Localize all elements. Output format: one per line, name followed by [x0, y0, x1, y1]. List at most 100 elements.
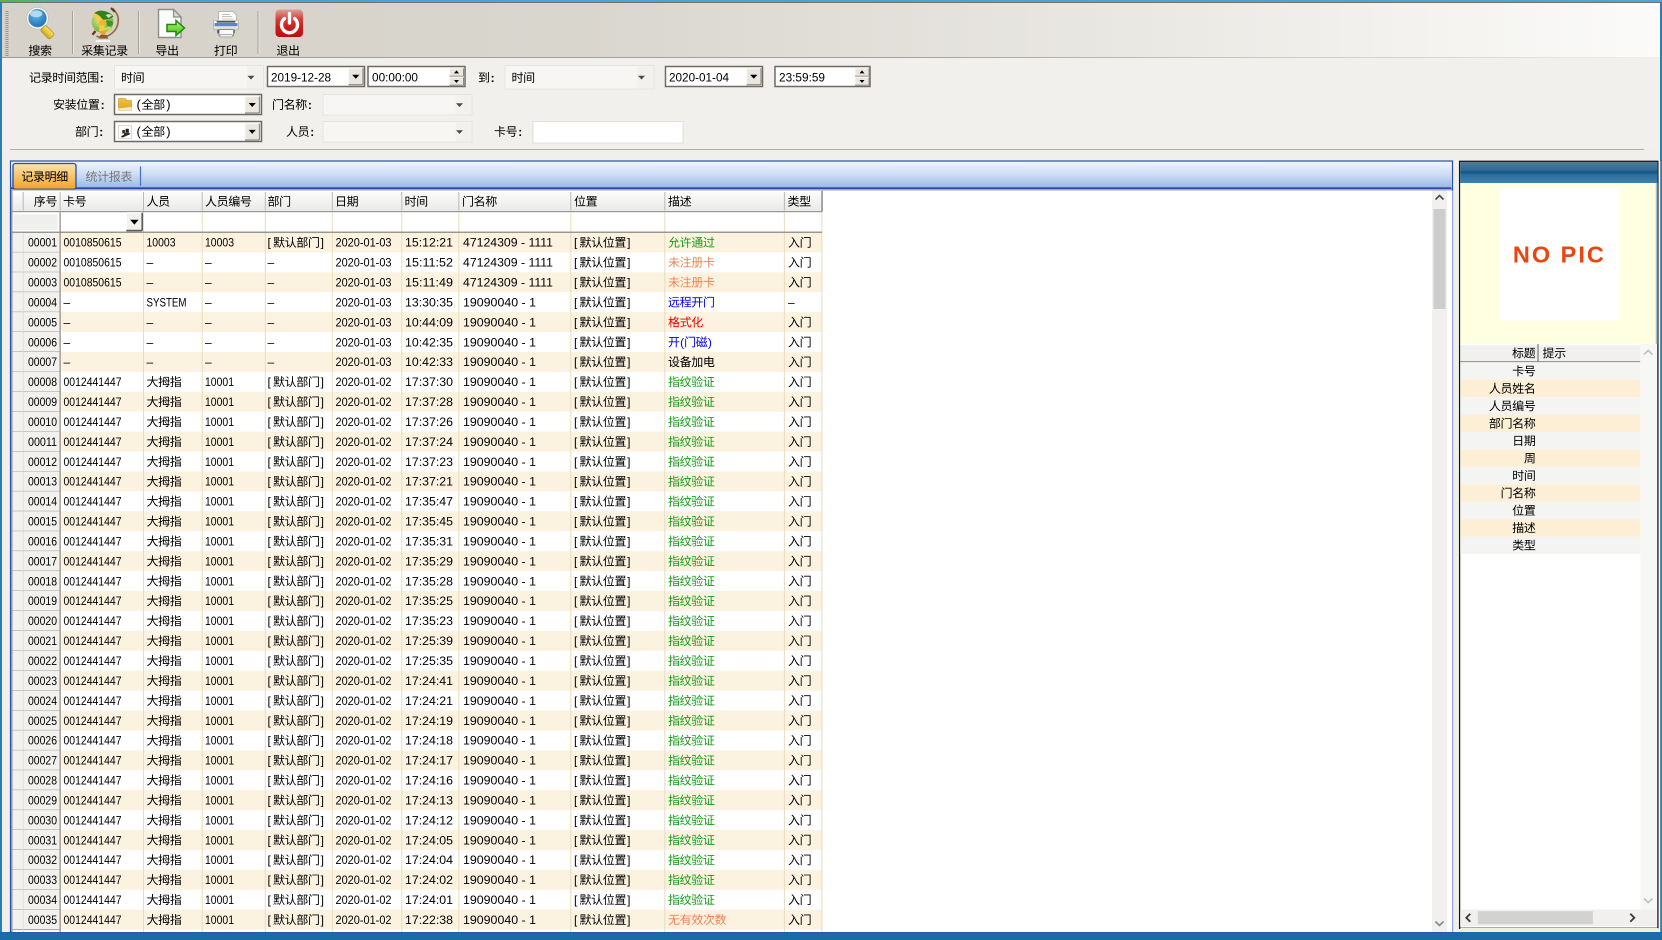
svg-text:]: ] — [321, 594, 324, 608]
svg-text:19090040 - 1: 19090040 - 1 — [463, 415, 536, 429]
svg-text:17:35:28: 17:35:28 — [405, 574, 453, 588]
svg-text:0012441447: 0012441447 — [64, 535, 122, 549]
svg-text:19090040 - 1: 19090040 - 1 — [463, 893, 536, 907]
svg-text:0012441447: 0012441447 — [64, 833, 122, 847]
svg-text:00004: 00004 — [28, 295, 57, 309]
svg-text:0012441447: 0012441447 — [64, 614, 122, 628]
svg-text:17:24:04: 17:24:04 — [405, 853, 453, 867]
svg-text:17:35:25: 17:35:25 — [405, 594, 453, 608]
svg-text:–: – — [147, 276, 154, 290]
svg-text:00011: 00011 — [28, 435, 57, 449]
svg-text:]: ] — [627, 554, 630, 568]
svg-text:17:24:13: 17:24:13 — [405, 793, 453, 807]
svg-text:]: ] — [627, 495, 630, 509]
svg-text:19090040 - 1: 19090040 - 1 — [463, 774, 536, 788]
svg-text:2020-01-02: 2020-01-02 — [336, 654, 392, 668]
svg-text:17:37:21: 17:37:21 — [405, 475, 453, 489]
svg-text:]: ] — [627, 574, 630, 588]
svg-text:2020-01-02: 2020-01-02 — [336, 594, 392, 608]
svg-text:]: ] — [321, 813, 324, 827]
svg-text:2020-01-02: 2020-01-02 — [336, 674, 392, 688]
svg-text:2020-01-02: 2020-01-02 — [336, 375, 392, 389]
svg-text:]: ] — [627, 475, 630, 489]
svg-text:00001: 00001 — [28, 236, 57, 250]
svg-text:00031: 00031 — [28, 833, 57, 847]
svg-text:00007: 00007 — [28, 355, 57, 369]
svg-text:10001: 10001 — [205, 574, 234, 588]
svg-text:00008: 00008 — [28, 375, 57, 389]
svg-text:00014: 00014 — [28, 495, 57, 509]
svg-text:17:37:23: 17:37:23 — [405, 455, 453, 469]
svg-text:]: ] — [321, 515, 324, 529]
svg-text:00003: 00003 — [28, 276, 57, 290]
svg-text:2020-01-02: 2020-01-02 — [336, 774, 392, 788]
svg-text:]: ] — [321, 634, 324, 648]
svg-text:19090040 - 1: 19090040 - 1 — [463, 335, 536, 349]
svg-text:10001: 10001 — [205, 754, 234, 768]
svg-text:]: ] — [321, 873, 324, 887]
svg-text:10001: 10001 — [205, 793, 234, 807]
svg-text:10001: 10001 — [205, 694, 234, 708]
svg-text:0012441447: 0012441447 — [64, 694, 122, 708]
svg-text:–: – — [205, 355, 212, 369]
svg-text:): ) — [166, 124, 170, 139]
svg-text:–: – — [268, 335, 275, 349]
svg-text:2020-01-03: 2020-01-03 — [336, 295, 392, 309]
svg-text:17:35:47: 17:35:47 — [405, 495, 453, 509]
svg-text:19090040 - 1: 19090040 - 1 — [463, 315, 536, 329]
svg-text:–: – — [147, 315, 154, 329]
svg-text:00030: 00030 — [28, 813, 57, 827]
svg-text:00022: 00022 — [28, 654, 57, 668]
svg-text:10001: 10001 — [205, 594, 234, 608]
svg-text:0012441447: 0012441447 — [64, 674, 122, 688]
svg-text:17:37:26: 17:37:26 — [405, 415, 453, 429]
svg-text:]: ] — [321, 893, 324, 907]
svg-text:–: – — [64, 315, 71, 329]
svg-text:–: – — [205, 295, 212, 309]
svg-text:]: ] — [627, 395, 630, 409]
svg-text:]: ] — [627, 415, 630, 429]
svg-text:]: ] — [627, 295, 630, 309]
svg-text:): ) — [708, 335, 712, 349]
svg-text:17:37:30: 17:37:30 — [405, 375, 453, 389]
svg-text:17:35:23: 17:35:23 — [405, 614, 453, 628]
svg-text:2020-01-02: 2020-01-02 — [336, 893, 392, 907]
svg-text:2020-01-03: 2020-01-03 — [336, 276, 392, 290]
svg-text:]: ] — [627, 734, 630, 748]
svg-text:]: ] — [321, 535, 324, 549]
svg-text:]: ] — [321, 415, 324, 429]
svg-text:]: ] — [627, 913, 630, 927]
svg-text:17:24:12: 17:24:12 — [405, 813, 453, 827]
svg-text:19090040 - 1: 19090040 - 1 — [463, 594, 536, 608]
svg-text:00026: 00026 — [28, 734, 57, 748]
svg-text:]: ] — [627, 793, 630, 807]
svg-text:00:00:00: 00:00:00 — [372, 70, 418, 84]
svg-text:19090040 - 1: 19090040 - 1 — [463, 535, 536, 549]
svg-text:00027: 00027 — [28, 754, 57, 768]
svg-text:2020-01-03: 2020-01-03 — [336, 315, 392, 329]
svg-text:19090040 - 1: 19090040 - 1 — [463, 754, 536, 768]
svg-text:17:24:05: 17:24:05 — [405, 833, 453, 847]
svg-text:17:35:45: 17:35:45 — [405, 515, 453, 529]
svg-text:47124309 - 1111: 47124309 - 1111 — [463, 236, 553, 250]
svg-text:]: ] — [321, 654, 324, 668]
svg-text:]: ] — [321, 614, 324, 628]
svg-text:–: – — [147, 335, 154, 349]
svg-text:]: ] — [627, 315, 630, 329]
svg-text:]: ] — [627, 614, 630, 628]
svg-text:2020-01-02: 2020-01-02 — [336, 853, 392, 867]
svg-text:–: – — [147, 355, 154, 369]
svg-text:00028: 00028 — [28, 774, 57, 788]
svg-text:–: – — [205, 315, 212, 329]
svg-text:]: ] — [627, 654, 630, 668]
svg-text:00010: 00010 — [28, 415, 57, 429]
svg-text:]: ] — [321, 236, 324, 250]
svg-text:10003: 10003 — [205, 236, 234, 250]
svg-text:0010850615: 0010850615 — [64, 236, 122, 250]
svg-text:0012441447: 0012441447 — [64, 475, 122, 489]
svg-text:]: ] — [627, 774, 630, 788]
svg-text:]: ] — [321, 913, 324, 927]
svg-text:2020-01-02: 2020-01-02 — [336, 395, 392, 409]
svg-text:2020-01-02: 2020-01-02 — [336, 833, 392, 847]
svg-text:]: ] — [321, 714, 324, 728]
